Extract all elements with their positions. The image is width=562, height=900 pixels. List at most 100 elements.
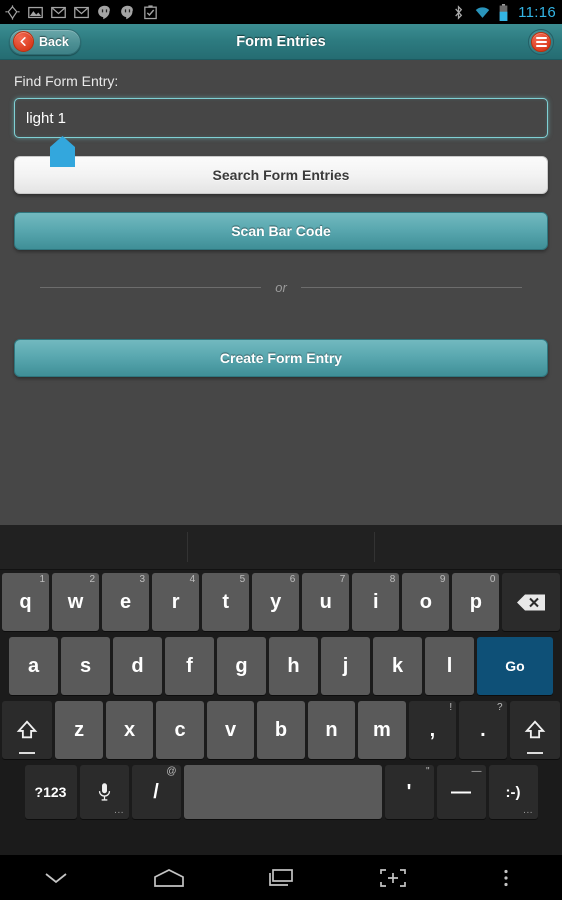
key-v[interactable]: v <box>206 701 255 759</box>
key-dash[interactable]: — — <box>436 765 486 819</box>
key-y[interactable]: 6y <box>252 573 300 631</box>
hangouts-icon <box>98 5 110 19</box>
key-f-label: f <box>186 654 193 677</box>
key-j[interactable]: j <box>321 637 370 695</box>
key-p-sup: 0 <box>489 574 496 585</box>
key-e-label: e <box>120 590 132 613</box>
keyboard-row-3: z x c v b n m !, ?. <box>0 698 562 762</box>
status-bar-notification-icons <box>4 4 450 21</box>
key-apostrophe[interactable]: " ' <box>384 765 434 819</box>
menu-button[interactable] <box>528 29 554 55</box>
suggestion-slot-3[interactable] <box>375 532 562 562</box>
key-l[interactable]: l <box>425 637 474 695</box>
create-form-entry-label: Create Form Entry <box>219 350 343 366</box>
suggestion-strip[interactable] <box>0 525 562 570</box>
key-w[interactable]: 2w <box>52 573 100 631</box>
key-i[interactable]: 8i <box>352 573 400 631</box>
key-c-label: c <box>174 718 186 741</box>
screenshot-icon <box>380 868 407 887</box>
key-y-sup: 6 <box>289 574 296 585</box>
key-go-label: Go <box>505 658 525 674</box>
key-g[interactable]: g <box>217 637 266 695</box>
create-form-entry-wrapper: Create Form Entry <box>0 339 562 377</box>
hangouts-icon-2 <box>121 5 133 19</box>
key-r-sup: 4 <box>189 574 196 585</box>
key-slash[interactable]: @ / <box>131 765 181 819</box>
key-voice-input[interactable]: ··· <box>79 765 129 819</box>
screenshot-button[interactable] <box>337 855 449 900</box>
key-space[interactable] <box>183 765 382 819</box>
key-y-label: y <box>270 590 282 613</box>
key-e[interactable]: 3e <box>102 573 150 631</box>
key-n-label: n <box>325 718 338 741</box>
key-s[interactable]: s <box>61 637 110 695</box>
key-o[interactable]: 9o <box>402 573 450 631</box>
key-emoticon-more-indicator: ··· <box>523 810 534 817</box>
key-t[interactable]: 5t <box>202 573 250 631</box>
back-button[interactable]: Back <box>9 28 81 55</box>
key-n[interactable]: n <box>307 701 356 759</box>
status-bar-system-icons: 11:16 <box>450 3 556 21</box>
key-f[interactable]: f <box>165 637 214 695</box>
key-t-sup: 5 <box>239 574 246 585</box>
hide-keyboard-button[interactable] <box>0 855 112 900</box>
key-a[interactable]: a <box>9 637 58 695</box>
key-u[interactable]: 7u <box>302 573 350 631</box>
key-c[interactable]: c <box>156 701 204 759</box>
location-crosshair-icon <box>5 4 20 20</box>
back-button-label: Back <box>39 34 69 49</box>
key-backspace[interactable] <box>502 573 561 631</box>
create-form-entry-button[interactable]: Create Form Entry <box>14 339 548 377</box>
key-x[interactable]: x <box>105 701 154 759</box>
key-h[interactable]: h <box>269 637 318 695</box>
key-q[interactable]: 1q <box>1 573 50 631</box>
page-title: Form Entries <box>236 33 326 50</box>
key-shift-left[interactable] <box>2 701 53 759</box>
or-divider: or <box>40 280 522 295</box>
key-m[interactable]: m <box>358 701 406 759</box>
key-h-label: h <box>287 654 300 677</box>
wifi-icon <box>475 6 490 18</box>
chevron-left-icon <box>13 31 34 52</box>
battery-icon <box>499 3 508 21</box>
overflow-menu-icon <box>504 869 508 886</box>
suggestion-slot-1[interactable] <box>0 532 187 562</box>
shift-indicator-left <box>19 752 36 754</box>
home-button[interactable] <box>112 855 224 900</box>
key-w-sup: 2 <box>89 574 96 585</box>
app-header: Back Form Entries <box>0 24 562 60</box>
key-r-label: r <box>171 590 180 613</box>
recents-button[interactable] <box>225 855 337 900</box>
soft-keyboard: 1q 2w 3e 4r 5t 6y 7u 8i 9o 0p a s d f g <box>0 525 562 855</box>
key-r[interactable]: 4r <box>152 573 200 631</box>
suggestion-slot-2[interactable] <box>188 532 375 562</box>
key-q-label: q <box>19 590 32 613</box>
key-b[interactable]: b <box>257 701 305 759</box>
key-b-label: b <box>274 718 288 741</box>
key-k[interactable]: k <box>373 637 422 695</box>
key-z[interactable]: z <box>55 701 103 759</box>
key-emoticon[interactable]: :-) ··· <box>488 765 538 819</box>
search-form-entries-button[interactable]: Search Form Entries <box>14 156 548 194</box>
scan-bar-code-button[interactable]: Scan Bar Code <box>14 212 548 250</box>
overflow-menu-button[interactable] <box>450 855 562 900</box>
key-period[interactable]: ?. <box>459 701 507 759</box>
key-d[interactable]: d <box>113 637 162 695</box>
divider-line-right <box>300 287 522 288</box>
key-comma-sup: ! <box>449 702 453 713</box>
key-comma-label: , <box>429 718 436 741</box>
search-form-entries-label: Search Form Entries <box>212 167 350 183</box>
key-go[interactable]: Go <box>477 637 553 695</box>
main-content: Find Form Entry: light 1 Search Form Ent… <box>0 60 562 525</box>
key-j-label: j <box>342 654 349 677</box>
key-w-label: w <box>67 590 84 613</box>
search-input[interactable]: light 1 <box>14 98 548 138</box>
key-p[interactable]: 0p <box>452 573 500 631</box>
keyboard-row-4: ?123 ··· @ / " ' — — :-) ··· <box>0 762 562 822</box>
key-emoticon-label: :-) <box>505 783 521 801</box>
text-cursor-handle[interactable] <box>50 136 75 167</box>
key-symbols[interactable]: ?123 <box>24 765 77 819</box>
key-slash-label: / <box>153 780 159 803</box>
key-comma[interactable]: !, <box>408 701 457 759</box>
key-shift-right[interactable] <box>509 701 560 759</box>
